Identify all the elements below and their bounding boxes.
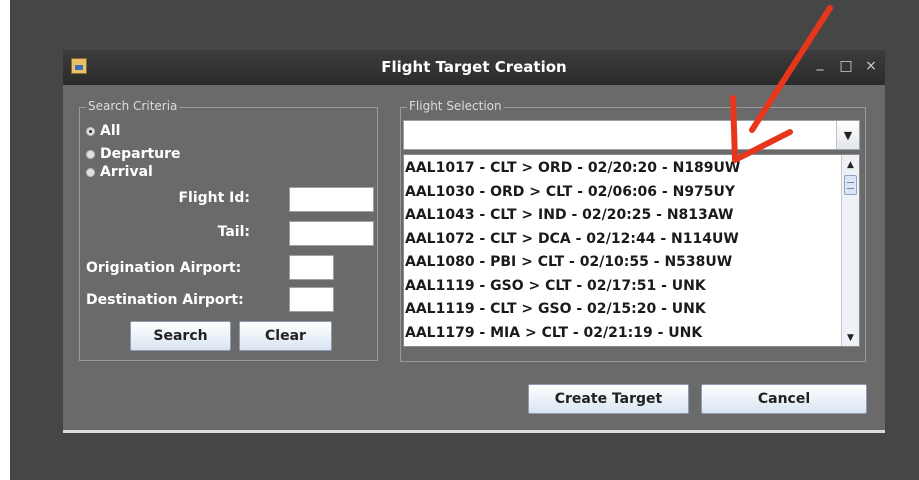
- search-button[interactable]: Search: [130, 321, 231, 351]
- flight-id-input[interactable]: [289, 187, 374, 212]
- scroll-down-icon[interactable]: ▼: [842, 330, 859, 346]
- flight-list-item[interactable]: AAL1030 - ORD > CLT - 02/06:06 - N975UY: [404, 181, 840, 205]
- flight-selection-label: Flight Selection: [407, 99, 504, 113]
- destination-airport-label: Destination Airport:: [86, 292, 244, 308]
- flight-list-item[interactable]: AAL1119 - CLT > GSO - 02/15:20 - UNK: [404, 298, 840, 322]
- window-title: Flight Target Creation: [381, 58, 567, 76]
- flight-list-item[interactable]: AAL1043 - CLT > IND - 02/20:25 - N813AW: [404, 204, 840, 228]
- origination-airport-input[interactable]: [289, 255, 334, 280]
- flight-id-label: Flight Id:: [178, 190, 250, 206]
- radio-all[interactable]: All: [86, 122, 120, 140]
- radio-selected-icon[interactable]: [86, 126, 95, 136]
- flight-list-item[interactable]: AAL1072 - CLT > DCA - 02/12:44 - N114UW: [404, 228, 840, 252]
- origination-airport-label: Origination Airport:: [86, 260, 242, 276]
- clear-button[interactable]: Clear: [239, 321, 332, 351]
- close-icon[interactable]: ×: [863, 58, 879, 74]
- radio-departure-label: Departure: [100, 146, 181, 162]
- radio-arrival[interactable]: Arrival: [86, 163, 153, 181]
- scroll-up-icon[interactable]: ▲: [842, 157, 859, 173]
- destination-airport-input[interactable]: [289, 287, 334, 312]
- search-criteria-label: Search Criteria: [86, 99, 180, 113]
- cancel-button[interactable]: Cancel: [701, 384, 867, 414]
- scrollbar-thumb[interactable]: [844, 175, 857, 195]
- title-bar[interactable]: Flight Target Creation _ □ ×: [63, 50, 885, 85]
- radio-departure[interactable]: Departure: [86, 145, 181, 163]
- maximize-icon[interactable]: □: [838, 58, 854, 74]
- flight-list[interactable]: AAL1017 - CLT > ORD - 02/20:20 - N189UW …: [403, 154, 860, 347]
- tail-label: Tail:: [217, 224, 250, 240]
- vertical-scrollbar[interactable]: ▲ ▼: [841, 155, 859, 346]
- radio-unselected-icon[interactable]: [86, 149, 95, 159]
- flight-list-item[interactable]: AAL1080 - PBI > CLT - 02/10:55 - N538UW: [404, 251, 840, 275]
- radio-all-label: All: [100, 123, 121, 139]
- flight-list-item[interactable]: AAL1017 - CLT > ORD - 02/20:20 - N189UW: [404, 157, 840, 181]
- minimize-icon[interactable]: _: [812, 55, 828, 71]
- flight-list-item[interactable]: AAL1119 - GSO > CLT - 02/17:51 - UNK: [404, 275, 840, 299]
- tail-input[interactable]: [289, 221, 374, 246]
- flight-list-item[interactable]: AAL1179 - MIA > CLT - 02/21:19 - UNK: [404, 322, 840, 346]
- flight-selection-combobox[interactable]: ▼: [403, 120, 860, 150]
- dropdown-arrow-icon[interactable]: ▼: [836, 121, 859, 149]
- flight-list-items: AAL1017 - CLT > ORD - 02/20:20 - N189UW …: [404, 157, 840, 345]
- radio-arrival-label: Arrival: [100, 164, 153, 180]
- flight-target-creation-dialog: Flight Target Creation _ □ × Search Crit…: [63, 50, 885, 433]
- radio-unselected-icon[interactable]: [86, 167, 95, 177]
- search-criteria-group: Search Criteria All Departure Arrival Fl…: [79, 99, 378, 361]
- create-target-button[interactable]: Create Target: [528, 384, 689, 414]
